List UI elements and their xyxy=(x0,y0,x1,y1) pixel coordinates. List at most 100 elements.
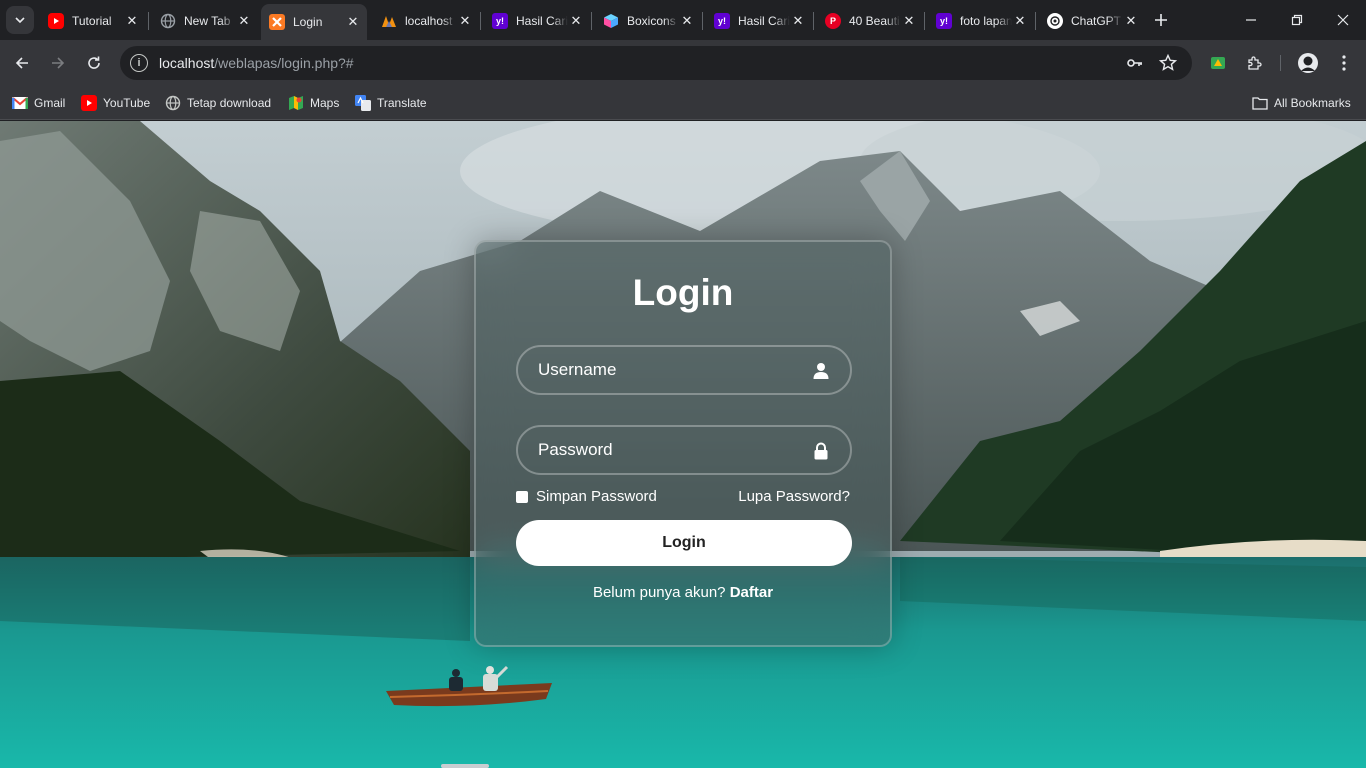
new-tab-button[interactable] xyxy=(1150,9,1172,31)
arrow-right-icon xyxy=(52,57,65,69)
minimize-icon xyxy=(1246,19,1256,21)
bookmark-maps[interactable]: Maps xyxy=(288,93,339,113)
bookmark-tetap-download[interactable]: Tetap download xyxy=(165,93,271,113)
tab-title: foto lapangan xyxy=(960,14,1012,28)
tab-4[interactable]: y! Hasil Cari ✕ xyxy=(484,7,590,35)
profile-avatar[interactable] xyxy=(1296,51,1320,75)
password-input[interactable] xyxy=(518,427,850,473)
bookmark-youtube[interactable]: YouTube xyxy=(81,93,150,113)
tab-divider xyxy=(1035,12,1036,30)
youtube-icon xyxy=(81,95,97,111)
browser-toolbar: i localhost/weblapas/login.php?# xyxy=(0,40,1366,86)
bookmark-translate[interactable]: Translate xyxy=(355,93,427,113)
close-tab-icon[interactable]: ✕ xyxy=(124,13,140,29)
login-title: Login xyxy=(632,272,734,313)
bookmark-label: Gmail xyxy=(34,96,66,110)
xampp-icon xyxy=(269,14,285,30)
tab-title: ChatGPT xyxy=(1071,14,1122,28)
register-link[interactable]: Daftar xyxy=(730,584,773,601)
horizontal-scrollbar-thumb[interactable] xyxy=(441,764,489,768)
remember-label: Simpan Password xyxy=(536,488,657,505)
login-card: Login Simpan Password Lupa Password? Log… xyxy=(474,240,892,647)
gmail-icon xyxy=(12,95,28,111)
forgot-password-link[interactable]: Lupa Password? xyxy=(738,488,850,505)
restore-icon xyxy=(1291,14,1303,26)
tab-title: localhost xyxy=(405,14,453,28)
login-button[interactable]: Login xyxy=(516,520,852,566)
address-bar[interactable]: i localhost/weblapas/login.php?# xyxy=(120,46,1192,80)
yahoo-icon: y! xyxy=(492,13,508,29)
globe-icon xyxy=(165,95,181,111)
tab-divider xyxy=(702,12,703,30)
tab-title: Boxicons xyxy=(627,14,676,28)
close-tab-icon[interactable]: ✕ xyxy=(790,13,806,29)
google-drive-extension-icon[interactable] xyxy=(1206,51,1230,75)
close-tab-icon[interactable]: ✕ xyxy=(345,14,361,30)
close-tab-icon[interactable]: ✕ xyxy=(568,13,584,29)
tab-divider xyxy=(480,12,481,30)
tab-search-button[interactable] xyxy=(6,6,34,34)
password-field[interactable] xyxy=(516,425,852,475)
tab-6[interactable]: y! Hasil Cari ✕ xyxy=(706,7,812,35)
bookmark-label: Tetap download xyxy=(187,96,272,110)
close-tab-icon[interactable]: ✕ xyxy=(901,13,917,29)
reload-icon xyxy=(88,56,100,69)
tab-title: Hasil Cari xyxy=(516,14,568,28)
bookmark-label: YouTube xyxy=(103,96,151,110)
tab-1[interactable]: New Tab ✕ xyxy=(152,7,258,35)
remember-password[interactable]: Simpan Password xyxy=(516,488,657,505)
close-tab-icon[interactable]: ✕ xyxy=(457,13,473,29)
tab-divider xyxy=(591,12,592,30)
url-host: localhost xyxy=(159,55,215,71)
lock-icon xyxy=(814,442,828,460)
close-tab-icon[interactable]: ✕ xyxy=(1012,13,1028,29)
tab-title: Tutorial xyxy=(72,14,112,28)
tab-divider xyxy=(924,12,925,30)
remember-checkbox[interactable] xyxy=(516,490,528,503)
tab-title: 40 Beautiful xyxy=(849,14,901,28)
forward-button[interactable] xyxy=(44,49,72,77)
tab-8[interactable]: y! foto lapangan ✕ xyxy=(928,7,1034,35)
tab-strip: Tutorial ✕ New Tab ✕ Login ✕ localhost ✕… xyxy=(0,0,1366,40)
tab-3[interactable]: localhost ✕ xyxy=(373,7,479,35)
maps-icon xyxy=(288,95,304,111)
close-tab-icon[interactable]: ✕ xyxy=(679,13,695,29)
close-tab-icon[interactable]: ✕ xyxy=(236,13,252,29)
close-tab-icon[interactable]: ✕ xyxy=(1123,13,1139,29)
register-prompt-text: Belum punya akun? xyxy=(592,584,726,601)
toolbar-divider xyxy=(1280,55,1281,71)
pinterest-icon: P xyxy=(825,13,841,29)
tab-0[interactable]: Tutorial ✕ xyxy=(40,7,146,35)
username-input[interactable] xyxy=(518,347,850,393)
tab-title: Hasil Cari xyxy=(738,14,790,28)
phpmyadmin-icon xyxy=(381,13,397,29)
translate-icon xyxy=(355,95,371,111)
tab-7[interactable]: P 40 Beautiful ✕ xyxy=(817,7,923,35)
chatgpt-icon xyxy=(1047,13,1063,29)
bookmark-star-icon[interactable] xyxy=(1159,54,1177,72)
password-key-icon[interactable] xyxy=(1126,54,1144,72)
extensions-puzzle-icon[interactable] xyxy=(1242,51,1266,75)
all-bookmarks-button[interactable]: All Bookmarks xyxy=(1252,93,1351,113)
tab-9[interactable]: ChatGPT ✕ xyxy=(1039,7,1145,35)
bookmarks-bar: Gmail YouTube Tetap download Maps Transl… xyxy=(0,86,1366,120)
url-text[interactable]: localhost/weblapas/login.php?# xyxy=(159,55,354,71)
browser-menu-button[interactable] xyxy=(1332,51,1356,75)
yahoo-icon: y! xyxy=(714,13,730,29)
bookmark-label: Translate xyxy=(377,96,427,110)
minimize-button[interactable] xyxy=(1228,0,1274,40)
site-info-icon[interactable]: i xyxy=(130,54,148,72)
username-field[interactable] xyxy=(516,345,852,395)
close-icon xyxy=(1337,14,1349,26)
youtube-icon xyxy=(48,13,64,29)
tab-2-active[interactable]: Login ✕ xyxy=(261,4,367,40)
restore-button[interactable] xyxy=(1274,0,1320,40)
back-button[interactable] xyxy=(8,49,36,77)
reload-button[interactable] xyxy=(80,49,108,77)
close-window-button[interactable] xyxy=(1320,0,1366,40)
tab-5[interactable]: Boxicons ✕ xyxy=(595,7,701,35)
url-path: /weblapas/login.php?# xyxy=(214,55,354,71)
bookmark-gmail[interactable]: Gmail xyxy=(12,93,65,113)
register-prompt: Belum punya akun? Daftar xyxy=(476,584,890,601)
tab-divider xyxy=(813,12,814,30)
